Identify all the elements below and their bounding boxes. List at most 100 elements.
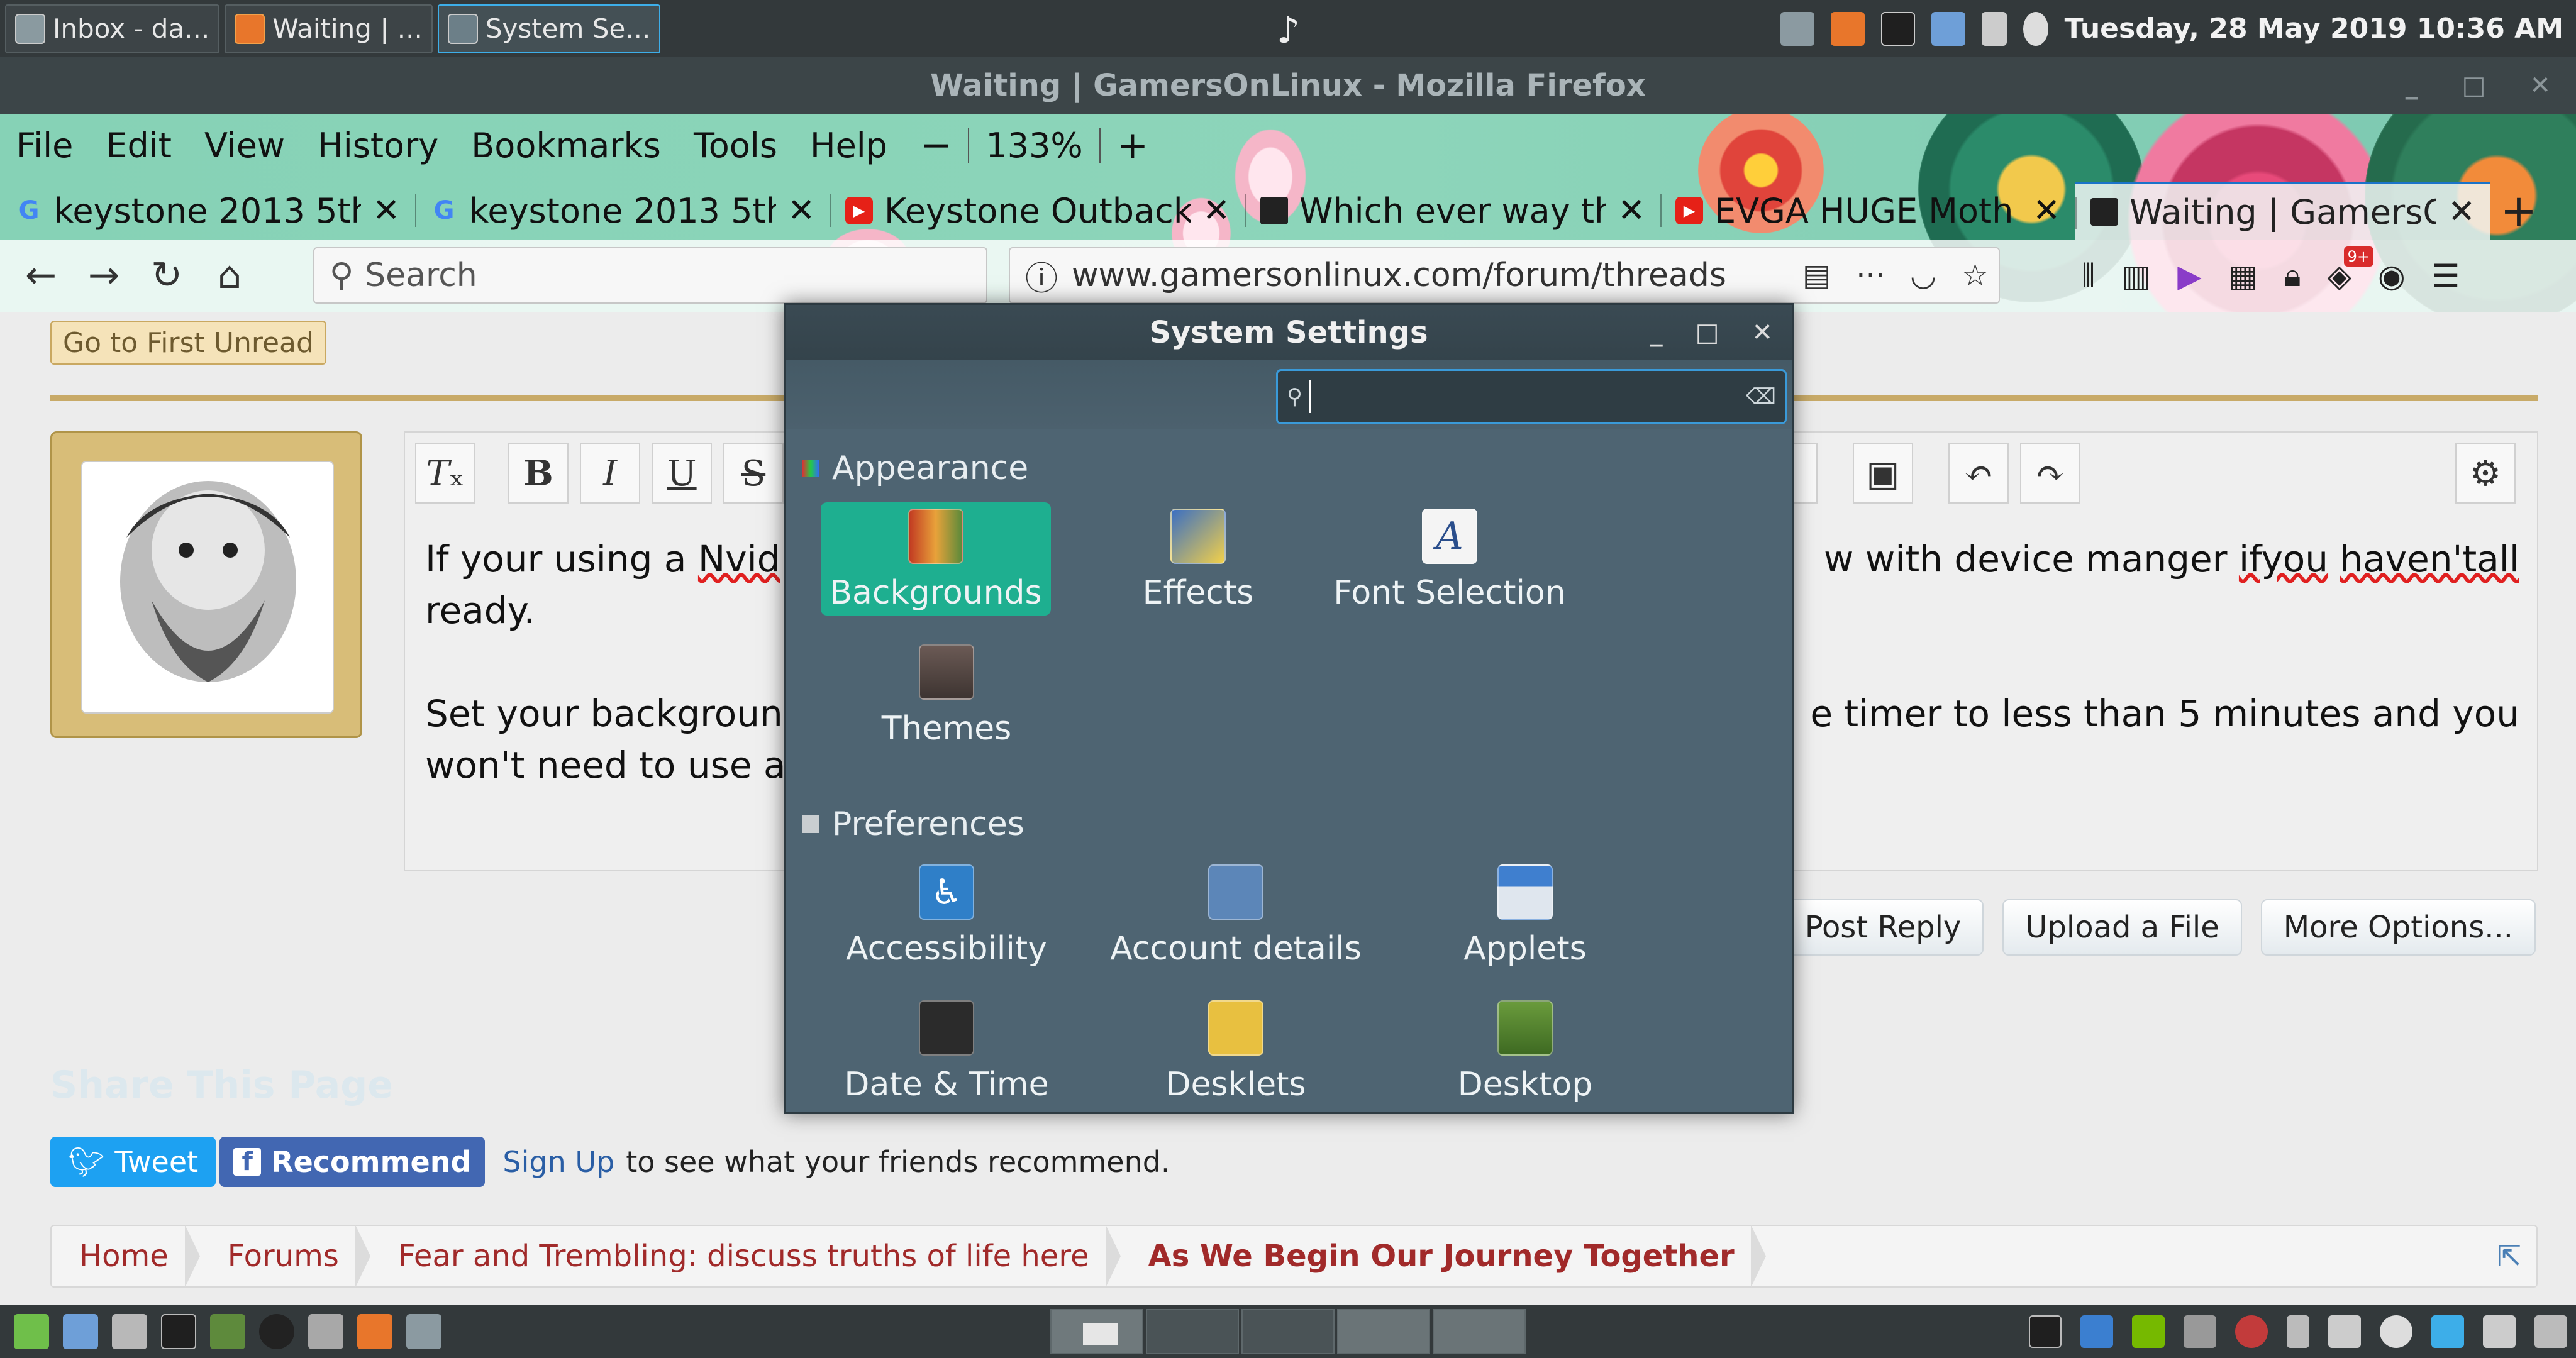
tab-keystone-1[interactable]: G keystone 2013 5th ✕ [0,182,415,240]
tab-evga[interactable]: ▶ EVGA HUGE Moth ✕ [1660,182,2075,240]
dialog-titlebar[interactable]: System Settings _ □ ✕ [786,305,1792,360]
settings-item-applets[interactable]: Applets [1380,858,1670,994]
recommend-button[interactable]: f Recommend [219,1137,486,1187]
tweet-button[interactable]: 🐦︎ Tweet [50,1137,216,1187]
settings-item-desklets[interactable]: Desklets [1091,994,1380,1112]
home-icon[interactable]: ⌂ [201,247,258,304]
settings-item-themes[interactable]: Themes [821,638,1072,774]
hamburger-menu-icon[interactable]: ☰ [2432,258,2460,294]
tab-which-ever-way[interactable]: Which ever way the ✕ [1245,182,1660,240]
taskbar-item-firefox[interactable]: Waiting | ... [225,4,433,53]
terminal-icon[interactable] [161,1314,196,1349]
menu-edit[interactable]: Edit [106,126,172,165]
clock[interactable]: Tuesday, 28 May 2019 10:36 AM [2065,13,2563,45]
maximize-icon[interactable]: □ [2462,71,2486,100]
page-actions-icon[interactable]: ··· [1856,258,1885,293]
clock-tray-icon[interactable] [2023,11,2048,46]
settings-item-account-details[interactable]: Account details [1091,858,1380,994]
account-icon[interactable]: ◉ [2378,258,2406,294]
thunderbird-tray-icon[interactable] [1780,11,1814,46]
breadcrumb-forums[interactable]: Forums [200,1225,371,1288]
extension-icon[interactable]: ▦ [2228,258,2258,294]
sidebar-icon[interactable]: ▥ [2121,258,2151,294]
music-note-icon[interactable]: ♪ [1277,9,1300,52]
strikethrough-icon[interactable]: S [723,443,784,504]
taskbar-item-system-settings[interactable]: System Se... [437,4,661,53]
close-tab-icon[interactable]: ✕ [2448,193,2475,231]
close-tab-icon[interactable]: ✕ [372,192,400,229]
go-to-first-unread-button[interactable]: Go to First Unread [50,321,326,365]
notification-icon[interactable]: ◈ 9+ [2328,246,2373,294]
url-bar[interactable]: ⓘ www.gamersonlinux.com/forum/threads ▤ … [1009,247,2000,304]
tools-icon[interactable] [308,1314,343,1349]
workspace-2[interactable] [1146,1309,1239,1354]
italic-icon[interactable]: I [580,443,640,504]
pocket-icon[interactable]: ◡ [1910,258,1936,293]
minimize-icon[interactable]: _ [2406,71,2418,100]
breadcrumb-current[interactable]: As We Begin Our Journey Together [1121,1225,1766,1288]
taskbar-item-inbox[interactable]: Inbox - da... [5,4,220,53]
workspace-3[interactable] [1241,1309,1335,1354]
close-tab-icon[interactable]: ✕ [1202,192,1230,229]
forward-icon[interactable]: → [75,247,132,304]
nvidia-icon[interactable] [2132,1315,2165,1348]
info-icon[interactable]: ⓘ [1025,252,1058,299]
mint-menu-icon[interactable] [14,1314,49,1349]
tab-waiting[interactable]: Waiting | GamersOn ✕ [2075,182,2490,240]
search-input[interactable]: ⚲ Search [313,247,987,304]
more-options-button[interactable]: More Options... [2260,899,2536,956]
settings-item-font-selection[interactable]: A Font Selection [1324,502,1575,638]
avatar[interactable] [50,431,362,738]
settings-item-accessibility[interactable]: ♿︎ Accessibility [802,858,1091,994]
toggle-bbcode-icon[interactable]: ⚙ [2455,443,2516,504]
settings-tray-icon[interactable] [2431,1315,2464,1348]
shield-icon[interactable] [2483,1315,2516,1348]
menu-tools[interactable]: Tools [694,126,777,165]
terminal-tray-icon[interactable] [2029,1315,2062,1348]
monitor-icon[interactable] [210,1314,245,1349]
maximize-icon[interactable]: □ [1696,318,1719,347]
zoom-in-button[interactable]: + [1117,123,1148,167]
settings-item-effects[interactable]: Effects [1072,502,1324,638]
zoom-out-button[interactable]: − [920,123,952,167]
close-tab-icon[interactable]: ✕ [787,192,815,229]
network-icon[interactable] [2184,1315,2216,1348]
settings-launcher-icon[interactable] [112,1314,147,1349]
timer-icon[interactable] [2380,1315,2412,1348]
bookmark-star-icon[interactable]: ☆ [1962,258,1989,293]
workspace-5[interactable] [1433,1309,1526,1354]
close-tab-icon[interactable]: ✕ [1618,192,1645,229]
new-tab-button[interactable]: + [2490,182,2547,240]
bluetooth-icon[interactable] [2080,1315,2113,1348]
reader-view-icon[interactable]: ▤ [1802,258,1831,293]
breadcrumb-category[interactable]: Fear and Trembling: discuss truths of li… [370,1225,1121,1288]
zoom-level[interactable]: 133% [985,126,1082,165]
thunderbird-launcher-icon[interactable] [406,1314,441,1349]
close-icon[interactable]: ✕ [1752,318,1773,347]
menu-view[interactable]: View [204,126,285,165]
underline-icon[interactable]: U [652,443,712,504]
redo-icon[interactable]: ↷ [2020,443,2080,504]
menu-help[interactable]: Help [810,126,887,165]
update-icon[interactable] [2235,1315,2268,1348]
reload-icon[interactable]: ↻ [138,247,195,304]
workspace-4[interactable] [1337,1309,1430,1354]
firefox-tray-icon[interactable] [1830,11,1865,46]
breadcrumb-home[interactable]: Home [52,1225,200,1288]
back-icon[interactable]: ← [13,247,69,304]
library-icon[interactable]: ⫴ [2082,257,2095,294]
tab-keystone-outback[interactable]: ▶ Keystone Outback ✕ [830,182,1245,240]
settings-item-backgrounds[interactable]: Backgrounds [821,502,1051,616]
menu-file[interactable]: File [16,126,73,165]
upload-file-button[interactable]: Upload a File [2002,899,2242,956]
settings-item-date-time[interactable]: Date & Time [802,994,1091,1112]
pen-tray-icon[interactable] [1981,11,2007,46]
upload-icon[interactable] [2287,1315,2309,1348]
undo-icon[interactable]: ↶ [1948,443,2009,504]
clear-search-icon[interactable]: ⌫ [1746,384,1776,409]
workspace-1[interactable] [1050,1309,1143,1354]
menu-history[interactable]: History [318,126,438,165]
close-tab-icon[interactable]: ✕ [2033,192,2060,229]
save-draft-icon[interactable]: ▣ [1853,443,1913,504]
settings-search-input[interactable]: ⚲ ⌫ [1276,369,1787,424]
